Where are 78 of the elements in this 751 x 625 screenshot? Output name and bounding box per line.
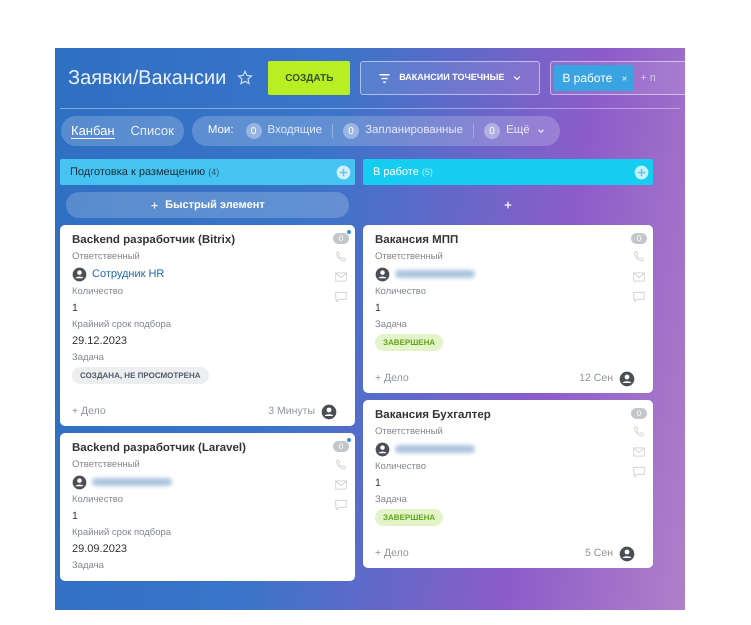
star-icon[interactable]: [236, 69, 254, 87]
add-icon[interactable]: [634, 164, 649, 180]
chat-icon[interactable]: [632, 465, 646, 479]
view-tab[interactable]: Канбан: [71, 123, 115, 139]
add-activity-link[interactable]: + Дело: [375, 371, 409, 387]
comment-counter: 0: [333, 441, 349, 452]
mail-icon[interactable]: [632, 445, 646, 459]
card-title[interactable]: Вакансия МПП: [375, 233, 631, 247]
comment-counter: 0: [333, 233, 349, 244]
avatar-icon: [375, 266, 390, 282]
chat-icon[interactable]: [632, 290, 646, 304]
card-title[interactable]: Backend разработчик (Bitrix): [72, 233, 333, 247]
person-link[interactable]: Сотрудник HR: [92, 266, 164, 282]
filter-button[interactable]: ВАКАНСИИ ТОЧЕЧНЫЕ: [360, 61, 540, 95]
column-title: Подготовка к размещению (4): [70, 164, 220, 180]
phone-icon[interactable]: [334, 250, 348, 264]
add-activity-link[interactable]: + Дело: [72, 404, 106, 420]
close-icon[interactable]: [620, 74, 630, 82]
plus-icon: [150, 200, 160, 210]
add-filter-text[interactable]: + п: [640, 70, 656, 86]
counter-filter[interactable]: 0 Входящие: [246, 122, 322, 140]
phone-icon[interactable]: [334, 458, 348, 472]
counter-filter[interactable]: 0 Ещё: [484, 122, 546, 140]
card-title[interactable]: Backend разработчик (Laravel): [72, 441, 333, 455]
avatar-icon: [321, 404, 337, 420]
field-label: Крайний срок подбора: [72, 527, 172, 539]
avatar-icon: [72, 266, 87, 282]
field-value: 1: [375, 301, 382, 315]
chat-icon[interactable]: [334, 290, 348, 304]
field-label: Количество: [72, 494, 124, 506]
counter-filter[interactable]: 0 Запланированные: [343, 122, 464, 140]
card-time: 12 Сен: [579, 371, 613, 386]
counters-label: Мои:: [208, 123, 234, 138]
field-value: 29.12.2023: [72, 334, 128, 348]
avatar-icon: [619, 546, 635, 562]
status-badge: ЗАВЕРШЕНА: [375, 334, 444, 351]
field-label: Крайний срок подбора: [72, 319, 172, 331]
mail-icon[interactable]: [632, 270, 646, 284]
field-label: Задача: [375, 494, 408, 506]
chat-icon[interactable]: [334, 498, 348, 512]
field-label: Ответственный: [375, 426, 444, 438]
avatar-icon: [375, 442, 390, 456]
field-label: Ответственный: [72, 459, 141, 471]
plus-icon[interactable]: [503, 200, 513, 210]
field-label: Задача: [72, 352, 105, 364]
add-icon[interactable]: [336, 164, 351, 180]
avatar-icon: [72, 474, 87, 490]
field-label: Количество: [72, 286, 124, 298]
view-tab[interactable]: Список: [130, 123, 174, 139]
avatar-icon: [619, 371, 635, 387]
add-activity-link[interactable]: + Дело: [375, 546, 409, 562]
card-time: 3 Минуты: [268, 404, 315, 420]
search-field[interactable]: В работе + п: [550, 61, 685, 95]
field-label: Ответственный: [72, 251, 141, 263]
card-time: 5 Сен: [585, 546, 613, 562]
mail-icon[interactable]: [334, 270, 348, 284]
field-label: Количество: [375, 461, 428, 473]
comment-counter: 0: [631, 408, 647, 419]
page-title: Заявки/Вакансии: [68, 66, 226, 91]
comment-counter: 0: [631, 233, 647, 244]
mail-icon[interactable]: [334, 478, 348, 492]
create-button[interactable]: СОЗДАТЬ: [268, 61, 350, 95]
field-label: Задача: [72, 560, 105, 572]
quick-add-button[interactable]: Быстрый элемент: [66, 192, 349, 218]
filter-tag[interactable]: В работе: [554, 65, 634, 91]
column-title: В работе (5): [373, 164, 433, 180]
field-value: 29.09.2023: [72, 542, 128, 556]
phone-icon[interactable]: [632, 250, 646, 264]
phone-icon[interactable]: [632, 425, 646, 439]
field-label: Ответственный: [375, 251, 444, 263]
card-title[interactable]: Вакансия Бухгалтер: [375, 408, 631, 422]
field-value: 1: [375, 476, 382, 490]
field-label: Количество: [375, 286, 428, 298]
field-value: 1: [72, 509, 79, 523]
field-value: 1: [72, 301, 79, 315]
field-label: Задача: [375, 319, 408, 331]
status-badge: СОЗДАНА, НЕ ПРОСМОТРЕНА: [72, 367, 208, 384]
status-badge: ЗАВЕРШЕНА: [375, 509, 444, 526]
